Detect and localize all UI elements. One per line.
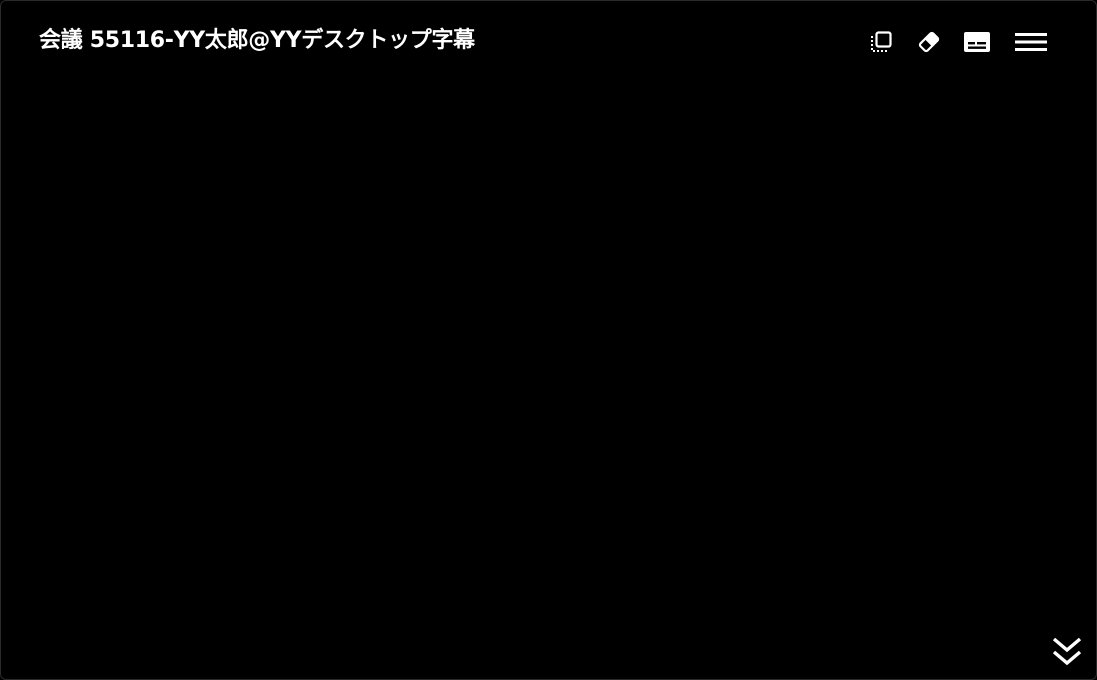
copy-icon: [868, 29, 894, 55]
caption-area: [1, 81, 1096, 635]
hamburger-menu-icon: [1015, 29, 1047, 55]
copy-button[interactable]: [866, 27, 896, 57]
menu-button[interactable]: [1015, 27, 1047, 57]
toolbar: [866, 27, 1047, 57]
clear-button[interactable]: [914, 27, 944, 57]
subtitles-button[interactable]: [962, 27, 992, 57]
eraser-icon: [916, 29, 942, 55]
subtitle-window: 会議 55116-YY太郎@YYデスクトップ字幕: [0, 0, 1097, 680]
window-title: 会議 55116-YY太郎@YYデスクトップ字幕: [39, 28, 475, 53]
subtitles-icon: [963, 29, 991, 55]
double-chevron-down-icon: [1051, 635, 1083, 674]
scroll-to-bottom-button[interactable]: [1048, 635, 1086, 673]
title-bar[interactable]: 会議 55116-YY太郎@YYデスクトップ字幕: [1, 1, 1096, 81]
